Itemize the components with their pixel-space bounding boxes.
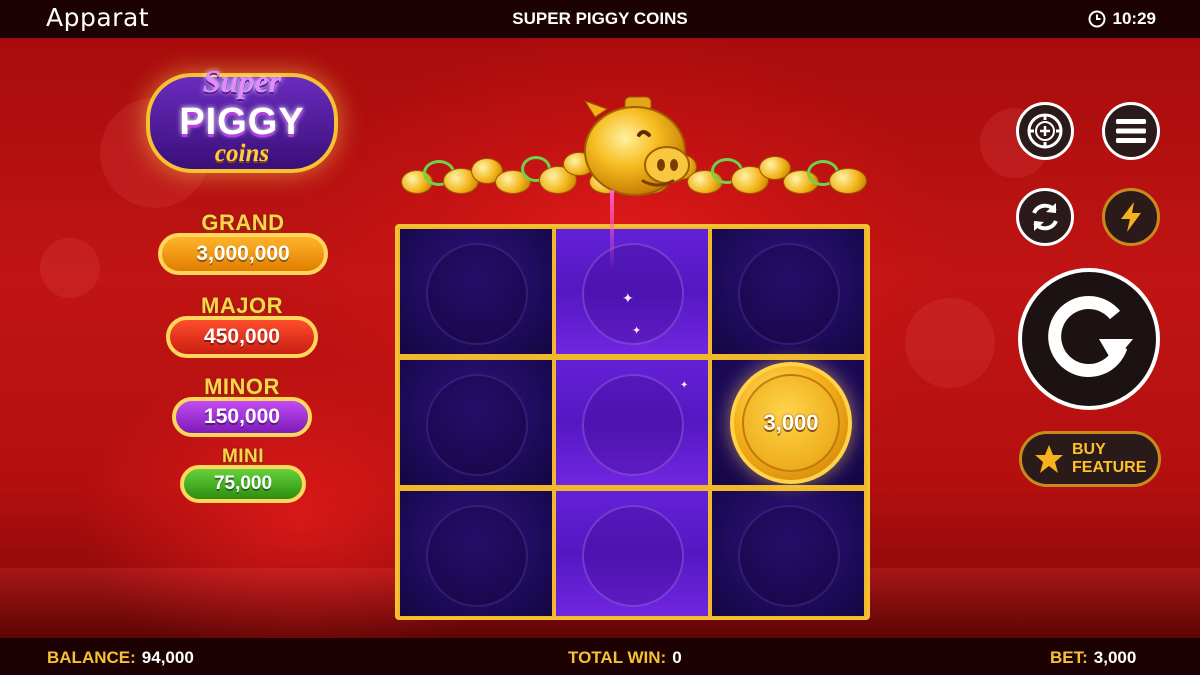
logo-coins-text: coins — [214, 140, 270, 167]
reel-cell — [712, 491, 864, 616]
clock-icon — [1088, 10, 1106, 28]
jackpot-grand: GRAND 3,000,000 — [158, 210, 328, 275]
total-win-display: TOTAL WIN: 0 — [568, 648, 682, 668]
bokeh-light — [905, 298, 995, 388]
bet-chip-button[interactable] — [1016, 102, 1074, 160]
balance-label: BALANCE: — [47, 648, 136, 667]
bokeh-light — [40, 238, 100, 298]
star-icon — [1035, 445, 1063, 473]
bet-display: BET: 3,000 — [1050, 648, 1136, 668]
magic-beam — [610, 190, 614, 270]
logo-piggy-text: PIGGY — [179, 101, 305, 143]
clock-time: 10:29 — [1112, 9, 1156, 28]
jackpot-value: 150,000 — [172, 397, 312, 437]
piggy-bank-icon — [583, 96, 690, 196]
jackpot-value: 75,000 — [180, 465, 306, 503]
sparkle-icon: ✦ — [680, 380, 689, 391]
bet-label: BET: — [1050, 648, 1088, 667]
reel-cell — [400, 360, 552, 485]
sparkle-icon: ✦ — [622, 290, 634, 306]
total-win-value: 0 — [672, 648, 682, 667]
autoplay-button[interactable] — [1016, 188, 1074, 246]
jackpot-major: MAJOR 450,000 — [166, 293, 318, 358]
game-logo: Super PIGGY coins — [146, 63, 338, 173]
bet-value: 3,000 — [1093, 648, 1137, 667]
balance-display: BALANCE: 94,000 — [47, 648, 194, 668]
clock: 10:29 — [1088, 9, 1156, 29]
chip-icon — [1027, 113, 1063, 149]
turbo-icon — [1121, 202, 1141, 232]
buy-feature-label: BUY FEATURE — [1072, 441, 1147, 476]
game-title: SUPER PIGGY COINS — [512, 9, 688, 28]
reel-cell — [400, 491, 552, 616]
menu-button[interactable] — [1102, 102, 1160, 160]
logo-super-text: Super — [202, 63, 282, 99]
total-win-label: TOTAL WIN: — [568, 648, 667, 667]
reel-cell — [712, 229, 864, 354]
coin-value: 3,000 — [742, 374, 840, 472]
autoplay-icon — [1032, 203, 1058, 231]
jackpot-mini: MINI 75,000 — [180, 446, 306, 503]
turbo-button[interactable] — [1102, 188, 1160, 246]
jackpot-value: 450,000 — [166, 316, 318, 358]
coin-symbol: 3,000 — [730, 362, 852, 484]
jackpot-value: 3,000,000 — [158, 233, 328, 275]
reel-cell — [556, 360, 708, 485]
spin-button[interactable] — [1018, 268, 1160, 410]
balance-value: 94,000 — [141, 648, 194, 667]
spin-icon — [1048, 296, 1133, 377]
bottom-bar: BALANCE: 94,000 TOTAL WIN: 0 BET: 3,000 — [0, 638, 1200, 675]
top-bar: Apparat SUPER PIGGY COINS 10:29 — [0, 0, 1200, 38]
menu-icon — [1116, 119, 1146, 143]
reel-cell — [556, 491, 708, 616]
jackpot-minor: MINOR 150,000 — [172, 374, 312, 437]
reel-cell — [400, 229, 552, 354]
buy-feature-button[interactable]: BUY FEATURE — [1019, 431, 1161, 487]
sparkle-icon: ✦ — [632, 325, 642, 337]
